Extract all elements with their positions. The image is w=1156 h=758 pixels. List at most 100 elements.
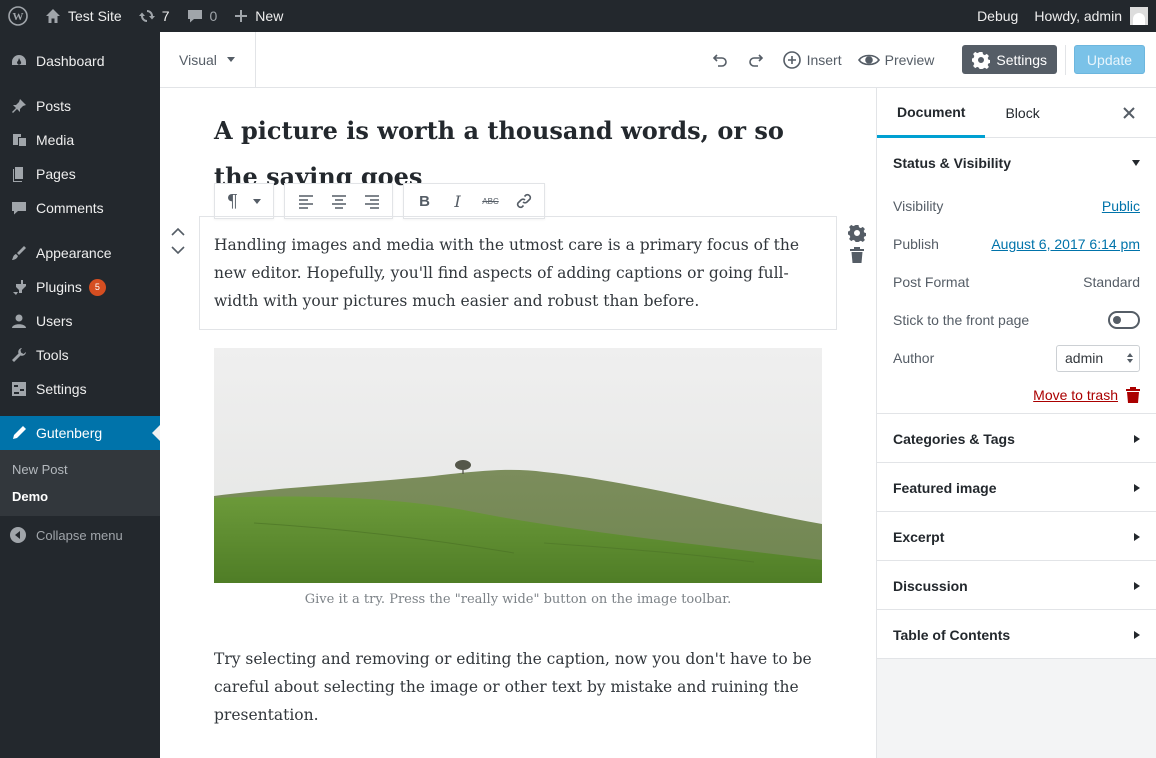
tab-block[interactable]: Block (985, 88, 1059, 138)
sidebar-item-label: Comments (36, 200, 104, 216)
landscape-image[interactable] (214, 348, 822, 583)
chevron-up-icon[interactable] (170, 226, 186, 238)
gear-icon[interactable] (848, 224, 866, 242)
triangle-right-icon (1134, 532, 1140, 541)
triangle-right-icon (1134, 581, 1140, 590)
sidebar-item-pages[interactable]: Pages (0, 157, 160, 191)
submenu-item-new-post[interactable]: New Post (0, 456, 160, 483)
move-to-trash-link[interactable]: Move to trash (1033, 387, 1118, 403)
redo-button[interactable] (746, 50, 766, 70)
publish-date-link[interactable]: August 6, 2017 6:14 pm (991, 236, 1140, 252)
wordpress-icon: W (8, 6, 28, 26)
editor-mode-switcher[interactable]: Visual (160, 31, 256, 88)
brush-icon (12, 246, 26, 260)
italic-button[interactable]: I (441, 184, 474, 218)
collapse-menu-button[interactable]: Collapse menu (0, 518, 160, 552)
categories-tags-panel[interactable]: Categories & Tags (877, 414, 1156, 463)
sidebar-item-plugins[interactable]: Plugins 5 (0, 270, 160, 304)
users-icon (12, 314, 26, 328)
section-title: Featured image (893, 479, 997, 496)
sidebar-item-gutenberg[interactable]: Gutenberg (0, 416, 160, 450)
sidebar-item-settings[interactable]: Settings (0, 372, 160, 406)
redo-icon (748, 53, 763, 67)
align-left-button[interactable] (289, 184, 322, 218)
updates-link[interactable]: 7 (130, 0, 178, 32)
align-left-icon (298, 195, 313, 209)
author-select[interactable]: admin (1056, 344, 1140, 372)
strikethrough-button[interactable]: ABC (474, 184, 507, 218)
dashboard-icon (12, 55, 26, 65)
paragraph-type-button[interactable]: ¶ (219, 184, 269, 218)
bold-button[interactable]: B (408, 184, 441, 218)
align-center-icon (331, 195, 346, 209)
gutenberg-submenu: New Post Demo (0, 450, 160, 516)
strikethrough-icon: ABC (482, 196, 499, 206)
trash-icon[interactable] (1126, 387, 1140, 403)
insert-label: Insert (806, 51, 842, 68)
wordpress-logo-button[interactable]: W (0, 0, 36, 32)
link-icon (516, 193, 531, 209)
formatting-group: B I ABC (403, 183, 545, 219)
editor-canvas: A picture is worth a thousand words, or … (160, 88, 876, 758)
sticky-row: Stick to the front page (893, 301, 1140, 339)
post-format-value[interactable]: Standard (1083, 274, 1140, 290)
settings-sidebar: Document Block Status & Visibility Visib… (876, 88, 1156, 758)
insert-button[interactable]: Insert (782, 50, 842, 70)
publish-row: Publish August 6, 2017 6:14 pm (893, 225, 1140, 263)
selected-paragraph-block[interactable]: Handling images and media with the utmos… (199, 216, 837, 330)
sidebar-item-comments[interactable]: Comments (0, 191, 160, 225)
author-label: Author (893, 350, 935, 366)
chevron-down-icon (226, 57, 235, 62)
link-button[interactable] (507, 184, 540, 218)
author-row: Author admin (893, 339, 1140, 377)
sidebar-item-label: Appearance (36, 245, 112, 261)
plugin-icon (13, 280, 26, 295)
sidebar-item-label: Settings (36, 381, 87, 397)
status-visibility-toggle[interactable]: Status & Visibility (893, 138, 1140, 187)
new-content-link[interactable]: New (225, 0, 291, 32)
account-menu[interactable]: Howdy, admin (1026, 0, 1156, 32)
sticky-toggle[interactable] (1108, 311, 1140, 329)
discussion-panel[interactable]: Discussion (877, 561, 1156, 610)
italic-icon: I (454, 191, 461, 211)
paragraph-block[interactable]: Try selecting and removing or editing th… (214, 645, 834, 729)
image-caption[interactable]: Give it a try. Press the "really wide" b… (214, 592, 822, 607)
comment-bubble-icon (187, 10, 202, 23)
align-center-button[interactable] (322, 184, 355, 218)
undo-button[interactable] (710, 50, 730, 70)
align-right-button[interactable] (355, 184, 388, 218)
sidebar-item-label: Posts (36, 98, 72, 114)
preview-label: Preview (884, 51, 935, 68)
debug-link[interactable]: Debug (969, 0, 1026, 32)
sidebar-item-tools[interactable]: Tools (0, 338, 160, 372)
sidebar-item-dashboard[interactable]: Dashboard (0, 44, 160, 78)
sidebar-item-appearance[interactable]: Appearance (0, 236, 160, 270)
tab-document[interactable]: Document (877, 88, 986, 138)
triangle-right-icon (1134, 630, 1140, 639)
sidebar-item-posts[interactable]: Posts (0, 89, 160, 123)
preview-button[interactable]: Preview (857, 50, 935, 70)
sidebar-item-label: Gutenberg (36, 425, 103, 441)
excerpt-panel[interactable]: Excerpt (877, 512, 1156, 561)
trash-icon[interactable] (848, 246, 866, 264)
site-name-link[interactable]: Test Site (36, 0, 130, 32)
submenu-item-demo[interactable]: Demo (0, 483, 160, 510)
close-icon (1123, 107, 1135, 119)
featured-image-panel[interactable]: Featured image (877, 463, 1156, 512)
avatar (1130, 7, 1148, 25)
updates-count: 7 (161, 8, 170, 24)
sidebar-item-users[interactable]: Users (0, 304, 160, 338)
close-sidebar-button[interactable] (1120, 104, 1138, 122)
wrench-icon (12, 348, 26, 362)
pin-icon (12, 99, 26, 113)
update-button[interactable]: Update (1074, 45, 1145, 74)
status-visibility-panel: Status & Visibility Visibility Public Pu… (877, 138, 1156, 414)
debug-label: Debug (977, 8, 1019, 24)
settings-button[interactable]: Settings (962, 45, 1057, 74)
table-of-contents-panel[interactable]: Table of Contents (877, 610, 1156, 659)
comments-link[interactable]: 0 (178, 0, 226, 32)
sidebar-item-media[interactable]: Media (0, 123, 160, 157)
visibility-link[interactable]: Public (1102, 198, 1140, 214)
chevron-down-icon[interactable] (170, 244, 186, 256)
bold-icon: B (419, 192, 430, 210)
